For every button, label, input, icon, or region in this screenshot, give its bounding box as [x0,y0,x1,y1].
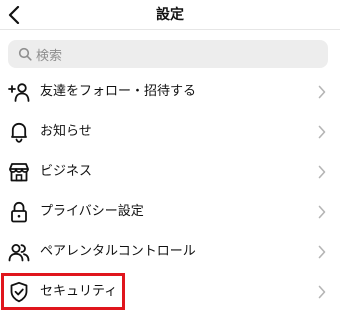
chevron-right-icon [318,245,326,259]
menu-item-security[interactable]: セキュリティ [0,272,340,312]
chevron-right-icon [318,125,326,139]
shop-icon [8,161,30,183]
header-bar: 設定 [0,0,340,30]
settings-menu: 友達をフォロー・招待する お知らせ ビジネス プライバシー設定 ペアレンタルコン… [0,72,340,312]
bell-icon [8,121,30,143]
menu-item-label: ビジネス [40,164,93,179]
menu-item-privacy[interactable]: プライバシー設定 [0,192,340,232]
add-person-icon [8,81,30,103]
menu-item-follow-invite[interactable]: 友達をフォロー・招待する [0,72,340,112]
menu-item-label: ペアレンタルコントロール [40,244,196,259]
lock-icon [8,201,30,223]
chevron-right-icon [318,85,326,99]
settings-screen: 設定 検索 友達をフォロー・招待する お知らせ ビジネス プライバシー設定 ペア… [0,0,340,320]
page-title: 設定 [156,7,184,23]
menu-item-parental-control[interactable]: ペアレンタルコントロール [0,232,340,272]
menu-item-business[interactable]: ビジネス [0,152,340,192]
chevron-right-icon [318,285,326,299]
search-input[interactable]: 検索 [8,40,328,68]
people-icon [8,241,30,263]
menu-item-label: 友達をフォロー・招待する [40,84,197,99]
menu-item-label: セキュリティ [40,284,118,299]
shield-check-icon [8,281,30,303]
menu-item-notifications[interactable]: お知らせ [0,112,340,152]
chevron-right-icon [318,205,326,219]
chevron-right-icon [318,165,326,179]
search-placeholder: 検索 [36,48,63,64]
search-icon [18,47,32,61]
menu-item-label: お知らせ [40,124,92,139]
menu-item-label: プライバシー設定 [40,204,144,219]
